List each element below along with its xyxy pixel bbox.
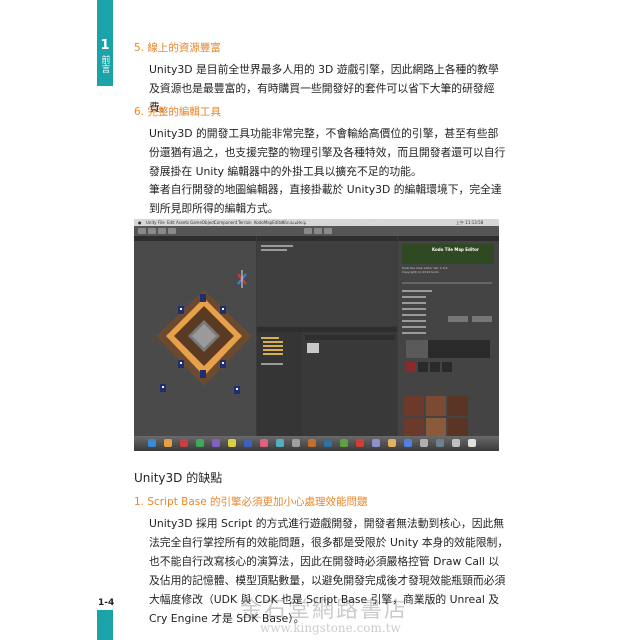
menu-item: Assets xyxy=(176,220,190,225)
tile-thumb xyxy=(448,396,468,416)
app-icon xyxy=(308,439,316,447)
hand-tool-icon xyxy=(138,228,146,234)
gizmo-icon xyxy=(237,270,247,288)
tile-thumb xyxy=(404,418,424,438)
cons-heading: Unity3D 的缺點 xyxy=(134,471,223,485)
app-icon xyxy=(196,439,204,447)
editor-banner: Kodo Tile Map Editor xyxy=(402,244,494,264)
cons-1-heading: 1. Script Base 的引擎必須更加小心處理效能問題 xyxy=(134,496,368,508)
app-icon xyxy=(292,439,300,447)
app-icon xyxy=(356,439,364,447)
folder-icon xyxy=(307,343,319,353)
tile-thumb xyxy=(448,418,468,438)
app-icon xyxy=(452,439,460,447)
app-icon xyxy=(244,439,252,447)
app-icon xyxy=(164,439,172,447)
app-icon xyxy=(420,439,428,447)
inspector-tab xyxy=(398,236,499,241)
apple-icon: ● xyxy=(138,220,142,225)
side-tab-top xyxy=(97,0,113,34)
page-number: 1-4 xyxy=(98,598,115,608)
window-title: Untitled - KodoTileMapEditor - PC, Mac &… xyxy=(284,220,387,224)
chapter-label: 前言 xyxy=(99,55,110,73)
section-6-heading: 6. 完整的編輯工具 xyxy=(134,106,221,118)
mac-dock xyxy=(134,436,499,451)
move-tool-icon xyxy=(148,228,156,234)
app-icon xyxy=(388,439,396,447)
app-icon xyxy=(228,439,236,447)
scale-tool-icon xyxy=(168,228,176,234)
menu-item: Component xyxy=(214,220,238,225)
menu-item: File xyxy=(158,220,165,225)
app-icon xyxy=(180,439,188,447)
pause-icon xyxy=(314,228,322,234)
menu-item: Terrain xyxy=(238,220,252,225)
app-icon xyxy=(372,439,380,447)
app-icon xyxy=(324,439,332,447)
editor-toolbar: Untitled - KodoTileMapEditor - PC, Mac &… xyxy=(134,220,499,236)
side-tab-bottom xyxy=(97,610,113,640)
menu-item: Edit xyxy=(167,220,175,225)
cons-1-paragraph: Unity3D 採用 Script 的方式進行遊戲開發，開發者無法動到核心，因此… xyxy=(149,517,509,625)
section-5-heading: 5. 線上的資源豐富 xyxy=(134,42,221,54)
unity-editor-screenshot: ● Unity File Edit Assets GameObject Comp… xyxy=(134,219,499,451)
app-icon xyxy=(340,439,348,447)
hierarchy-tab xyxy=(257,236,397,241)
chapter-tab: 1 前言 xyxy=(97,34,113,86)
app-icon xyxy=(276,439,284,447)
menu-item: Unity xyxy=(146,220,157,225)
app-icon xyxy=(260,439,268,447)
section-6-paragraph-1: Unity3D 的開發工具功能非常完整，不會輸給高價位的引擎，甚至有些部份還猶有… xyxy=(149,127,506,178)
rotate-tool-icon xyxy=(158,228,166,234)
scene-view xyxy=(134,236,256,436)
app-icon xyxy=(212,439,220,447)
menu-item: KodoMapEditor xyxy=(254,220,285,225)
tile-thumb xyxy=(426,396,446,416)
hierarchy-panel xyxy=(257,236,397,326)
inspector-panel: Kodo Tile Map Editor Kodo tile map edito… xyxy=(398,236,499,438)
project-panel xyxy=(257,327,397,436)
app-icon xyxy=(404,439,412,447)
section-6-paragraph-2: 筆者自行開發的地圖編輯器，直接掛載於 Unity3D 的編輯環境下，完全達到所見… xyxy=(149,183,502,215)
app-icon xyxy=(436,439,444,447)
menu-item: GameObject xyxy=(190,220,215,225)
trash-icon xyxy=(468,439,476,447)
play-icon xyxy=(304,228,312,234)
tile-thumb xyxy=(404,396,424,416)
tile-map-scene xyxy=(156,270,252,394)
step-icon xyxy=(324,228,332,234)
chapter-number: 1 xyxy=(100,38,110,53)
tile-thumb xyxy=(426,418,446,438)
finder-icon xyxy=(148,439,156,447)
